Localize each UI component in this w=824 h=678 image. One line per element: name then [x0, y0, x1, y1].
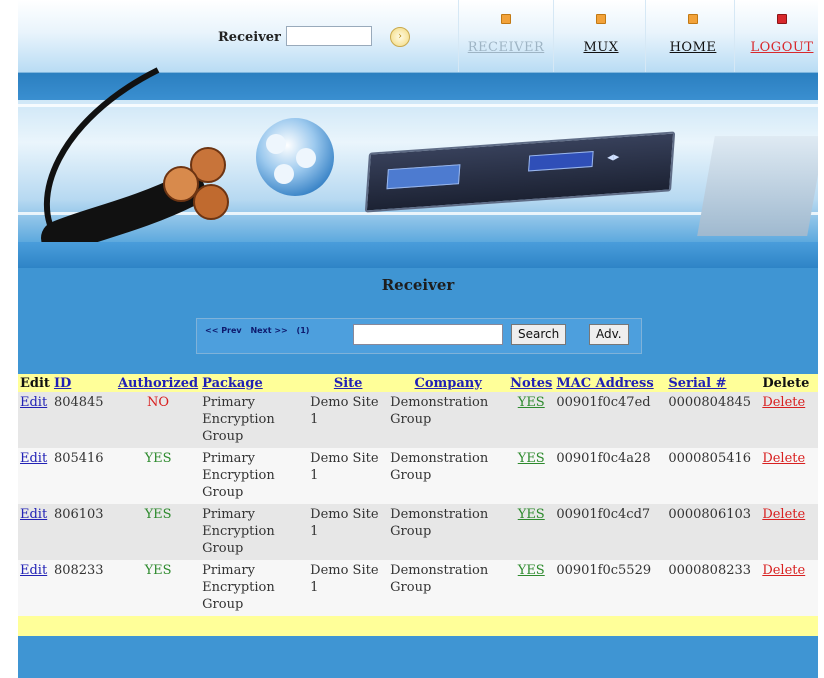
table-footer-row — [18, 616, 818, 636]
cell-mac: 00901f0c5529 — [554, 560, 667, 616]
delete-link[interactable]: Delete — [762, 563, 805, 578]
sort-package-link[interactable]: Package — [202, 376, 263, 391]
nav-mux-link[interactable]: MUX — [554, 40, 648, 55]
cell-mac: 00901f0c47ed — [554, 392, 667, 448]
page-title: Receiver — [381, 276, 455, 294]
nav-home-link[interactable]: HOME — [646, 40, 740, 55]
col-company-header[interactable]: Company — [388, 374, 509, 392]
cell-serial: 0000804845 — [666, 392, 761, 448]
cell-site: Demo Site 1 — [308, 392, 389, 448]
cell-serial: 0000808233 — [666, 560, 761, 616]
edit-link[interactable]: Edit — [20, 395, 47, 410]
search-input[interactable] — [353, 324, 503, 345]
cell-package: Primary Encryption Group — [200, 392, 309, 448]
col-authorized-header[interactable]: Authorized — [115, 374, 201, 392]
cell-authorized: YES — [115, 560, 201, 616]
edit-link[interactable]: Edit — [20, 563, 47, 578]
sort-site-link[interactable]: Site — [334, 376, 363, 391]
app-frame: Receiver › RECEIVER MUX HOME LOGOUT ◂▸ R… — [18, 0, 818, 678]
cell-authorized: YES — [115, 504, 201, 560]
col-id-header[interactable]: ID — [51, 374, 116, 392]
cell-mac: 00901f0c4cd7 — [554, 504, 667, 560]
notes-link[interactable]: YES — [518, 563, 545, 578]
col-package-header[interactable]: Package — [200, 374, 309, 392]
nav-receiver-link[interactable]: RECEIVER — [459, 40, 553, 55]
cell-id: 805416 — [51, 448, 116, 504]
sort-notes-link[interactable]: Notes — [510, 376, 552, 391]
edit-link[interactable]: Edit — [20, 507, 47, 522]
next-page-link[interactable]: Next >> — [250, 326, 287, 335]
col-site-header[interactable]: Site — [308, 374, 389, 392]
cell-id: 806103 — [51, 504, 116, 560]
cell-mac: 00901f0c4a28 — [554, 448, 667, 504]
cell-company: Demonstration Group — [388, 560, 509, 616]
arrow-circle-icon[interactable]: › — [390, 27, 410, 47]
col-edit-header: Edit — [18, 374, 52, 392]
receiver-search-input[interactable] — [286, 26, 372, 46]
red-x-icon — [777, 14, 787, 24]
sort-mac-link[interactable]: MAC Address — [556, 376, 653, 391]
edit-link[interactable]: Edit — [20, 451, 47, 466]
cell-company: Demonstration Group — [388, 392, 509, 448]
advanced-search-button[interactable]: Adv. — [589, 324, 629, 345]
nav-logout-link[interactable]: LOGOUT — [735, 40, 818, 55]
nav-logout[interactable]: LOGOUT — [734, 0, 818, 72]
col-serial-header[interactable]: Serial # — [666, 374, 761, 392]
cell-site: Demo Site 1 — [308, 504, 389, 560]
pager: << Prev Next >> (1) — [205, 326, 309, 335]
delete-link[interactable]: Delete — [762, 451, 805, 466]
search-panel: << Prev Next >> (1) Search Adv. — [196, 318, 642, 354]
cell-serial: 0000806103 — [666, 504, 761, 560]
content-top-band — [18, 242, 818, 268]
rack-device-graphic: ◂▸ — [364, 131, 676, 213]
receiver-table: Edit ID Authorized Package Site Company … — [18, 374, 818, 636]
notes-link[interactable]: YES — [518, 395, 545, 410]
cell-serial: 0000805416 — [666, 448, 761, 504]
table-row: Edit 805416 YES Primary Encryption Group… — [18, 448, 818, 504]
delete-link[interactable]: Delete — [762, 507, 805, 522]
cable-logo-graphic — [41, 67, 229, 255]
nav-receiver[interactable]: RECEIVER — [458, 0, 553, 72]
notes-link[interactable]: YES — [518, 451, 545, 466]
table-header-row: Edit ID Authorized Package Site Company … — [18, 374, 818, 392]
cell-authorized: YES — [115, 448, 201, 504]
bubble-orb-graphic — [256, 118, 334, 196]
cell-package: Primary Encryption Group — [200, 560, 309, 616]
sort-authorized-link[interactable]: Authorized — [118, 376, 198, 391]
search-button[interactable]: Search — [511, 324, 567, 345]
orange-square-icon — [688, 14, 698, 24]
cell-id: 808233 — [51, 560, 116, 616]
delete-link[interactable]: Delete — [762, 395, 805, 410]
cell-company: Demonstration Group — [388, 504, 509, 560]
col-mac-header[interactable]: MAC Address — [554, 374, 667, 392]
notes-link[interactable]: YES — [518, 507, 545, 522]
cell-package: Primary Encryption Group — [200, 448, 309, 504]
col-delete-header: Delete — [760, 374, 818, 392]
prev-page-link[interactable]: << Prev — [205, 326, 242, 335]
sort-serial-link[interactable]: Serial # — [668, 376, 726, 391]
sort-id-link[interactable]: ID — [54, 376, 71, 391]
table-row: Edit 808233 YES Primary Encryption Group… — [18, 560, 818, 616]
cell-site: Demo Site 1 — [308, 560, 389, 616]
page-count: (1) — [296, 326, 310, 335]
nav-home[interactable]: HOME — [645, 0, 740, 72]
table-row: Edit 806103 YES Primary Encryption Group… — [18, 504, 818, 560]
cell-site: Demo Site 1 — [308, 448, 389, 504]
cell-id: 804845 — [51, 392, 116, 448]
table-row: Edit 804845 NO Primary Encryption Group … — [18, 392, 818, 448]
nav-mux[interactable]: MUX — [553, 0, 648, 72]
cell-company: Demonstration Group — [388, 448, 509, 504]
sort-company-link[interactable]: Company — [415, 376, 482, 391]
orange-square-icon — [501, 14, 511, 24]
monitor-graphic — [697, 136, 818, 236]
cell-package: Primary Encryption Group — [200, 504, 309, 560]
cell-authorized: NO — [115, 392, 201, 448]
orange-square-icon — [596, 14, 606, 24]
col-notes-header[interactable]: Notes — [508, 374, 555, 392]
